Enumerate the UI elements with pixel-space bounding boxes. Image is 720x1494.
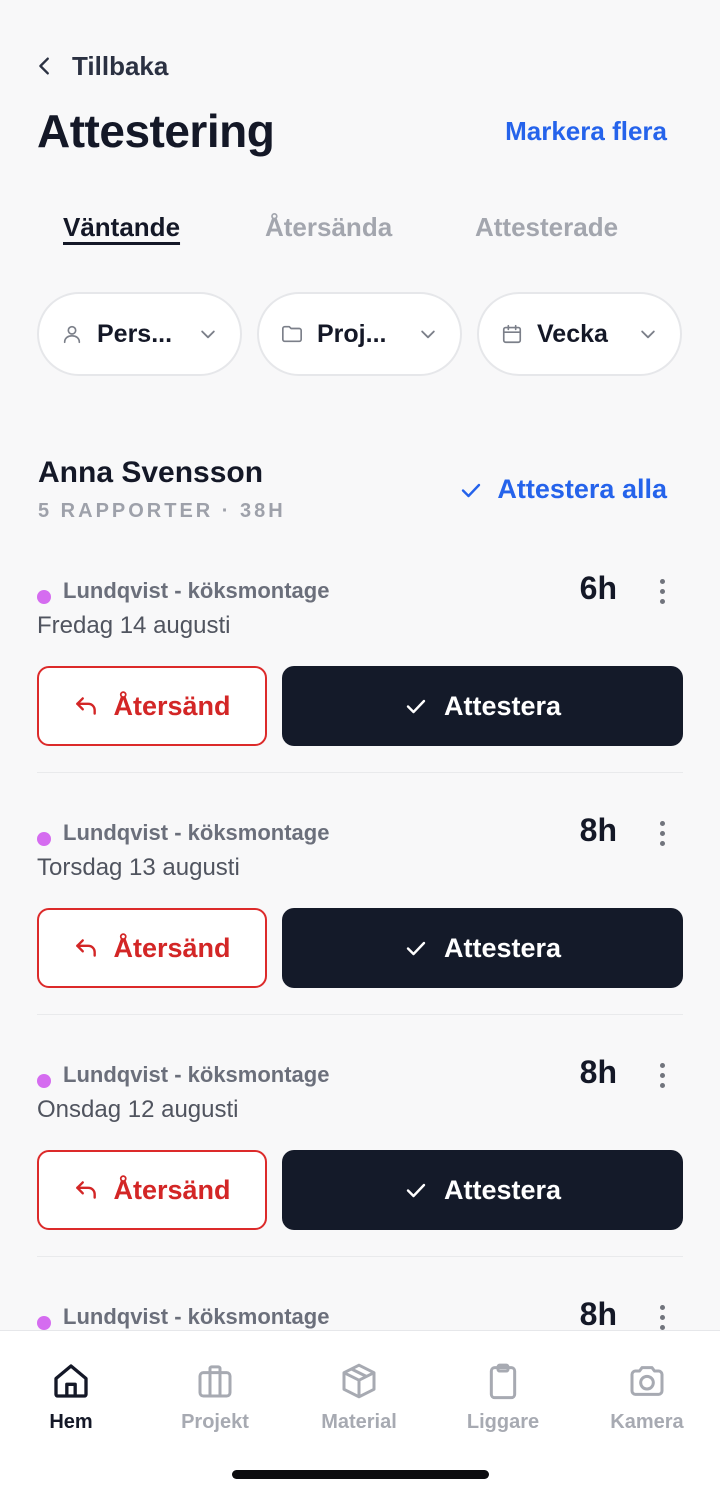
project-color-dot: [37, 1316, 51, 1330]
check-icon: [406, 699, 426, 714]
report-hours: 8h: [579, 812, 617, 848]
nav-home-label: Hem: [49, 1411, 93, 1433]
divider: [37, 772, 683, 773]
select-multiple-button[interactable]: Markera flera: [505, 116, 667, 147]
approve-button[interactable]: Attestera: [282, 908, 683, 988]
chevron-left-icon: [39, 57, 49, 75]
nav-projects-label: Projekt: [181, 1411, 249, 1433]
approve-all-label: Attestera alla: [497, 474, 667, 504]
status-tabs: Väntande Återsända Attesterade: [63, 212, 680, 252]
report-date: Torsdag 13 augusti: [37, 854, 240, 881]
person-filter-label: Pers...: [97, 319, 173, 348]
page-title: Attestering: [37, 105, 275, 157]
tab-approved[interactable]: Attesterade: [475, 212, 618, 243]
check-icon: [406, 941, 426, 956]
person-name: Anna Svensson: [38, 456, 264, 489]
project-color-dot: [37, 1074, 51, 1088]
box-icon: [342, 1363, 376, 1399]
project-color-dot: [37, 832, 51, 846]
report-hours: 8h: [579, 1296, 617, 1332]
check-icon: [406, 1183, 426, 1198]
return-arrow-icon: [76, 697, 97, 715]
check-icon: [462, 483, 481, 497]
report-hours: 8h: [579, 1054, 617, 1090]
tab-pending[interactable]: Väntande: [63, 212, 180, 243]
chevron-down-icon: [641, 330, 655, 339]
approve-button[interactable]: Attestera: [282, 666, 683, 746]
back-label: Tillbaka: [72, 50, 169, 81]
nav-material-label: Material: [321, 1411, 397, 1433]
more-options-icon[interactable]: [655, 1302, 669, 1332]
project-filter-label: Proj...: [317, 319, 387, 348]
divider: [37, 1014, 683, 1015]
approve-label: Attestera: [443, 1174, 562, 1205]
chevron-down-icon: [201, 330, 215, 339]
report-project: Lundqvist - köksmontage: [63, 820, 330, 845]
clipboard-icon: [489, 1363, 517, 1400]
period-filter-label: Vecka: [537, 319, 608, 348]
approve-all-button[interactable]: Attestera alla: [459, 474, 667, 505]
return-button[interactable]: Återsänd: [37, 666, 267, 746]
report-summary: 5 RAPPORTER · 38H: [38, 500, 286, 522]
briefcase-icon: [198, 1365, 232, 1398]
more-options-icon[interactable]: [655, 576, 669, 606]
approve-button[interactable]: Attestera: [282, 1150, 683, 1230]
return-label: Återsänd: [113, 1174, 231, 1205]
camera-icon: [630, 1366, 664, 1396]
more-options-icon[interactable]: [655, 1060, 669, 1090]
report-hours: 6h: [579, 570, 617, 606]
report-project: Lundqvist - köksmontage: [63, 578, 330, 603]
nav-projects[interactable]: Projekt: [155, 1361, 275, 1434]
period-filter[interactable]: Vecka: [477, 292, 682, 376]
more-options-icon[interactable]: [655, 818, 669, 848]
home-icon: [54, 1364, 88, 1398]
report-project: Lundqvist - köksmontage: [63, 1062, 330, 1087]
return-arrow-icon: [76, 1181, 97, 1199]
tab-returned[interactable]: Återsända: [265, 212, 392, 243]
return-button[interactable]: Återsänd: [37, 908, 267, 988]
nav-camera-label: Kamera: [610, 1411, 684, 1433]
chevron-down-icon: [421, 330, 435, 339]
person-filter[interactable]: Pers...: [37, 292, 242, 376]
approve-label: Attestera: [443, 690, 562, 721]
folder-icon: [282, 325, 302, 343]
approve-label: Attestera: [443, 932, 562, 963]
nav-logbook[interactable]: Liggare: [443, 1361, 563, 1434]
return-arrow-icon: [76, 939, 97, 957]
return-button[interactable]: Återsänd: [37, 1150, 267, 1230]
return-label: Återsänd: [113, 690, 231, 721]
project-filter[interactable]: Proj...: [257, 292, 462, 376]
divider: [37, 1256, 683, 1257]
report-date: Onsdag 12 augusti: [37, 1096, 239, 1123]
nav-material[interactable]: Material: [299, 1361, 419, 1434]
nav-camera[interactable]: Kamera: [587, 1361, 707, 1434]
report-project: Lundqvist - köksmontage: [63, 1304, 330, 1329]
nav-home[interactable]: Hem: [11, 1361, 131, 1434]
report-date: Fredag 14 augusti: [37, 612, 231, 639]
filter-bar: Pers... Proj... Vecka: [37, 292, 683, 376]
back-button[interactable]: Tillbaka: [34, 48, 168, 84]
home-indicator: [232, 1470, 489, 1479]
person-icon: [63, 325, 81, 344]
project-color-dot: [37, 590, 51, 604]
return-label: Återsänd: [113, 932, 231, 963]
nav-logbook-label: Liggare: [466, 1411, 540, 1433]
calendar-icon: [502, 324, 522, 344]
